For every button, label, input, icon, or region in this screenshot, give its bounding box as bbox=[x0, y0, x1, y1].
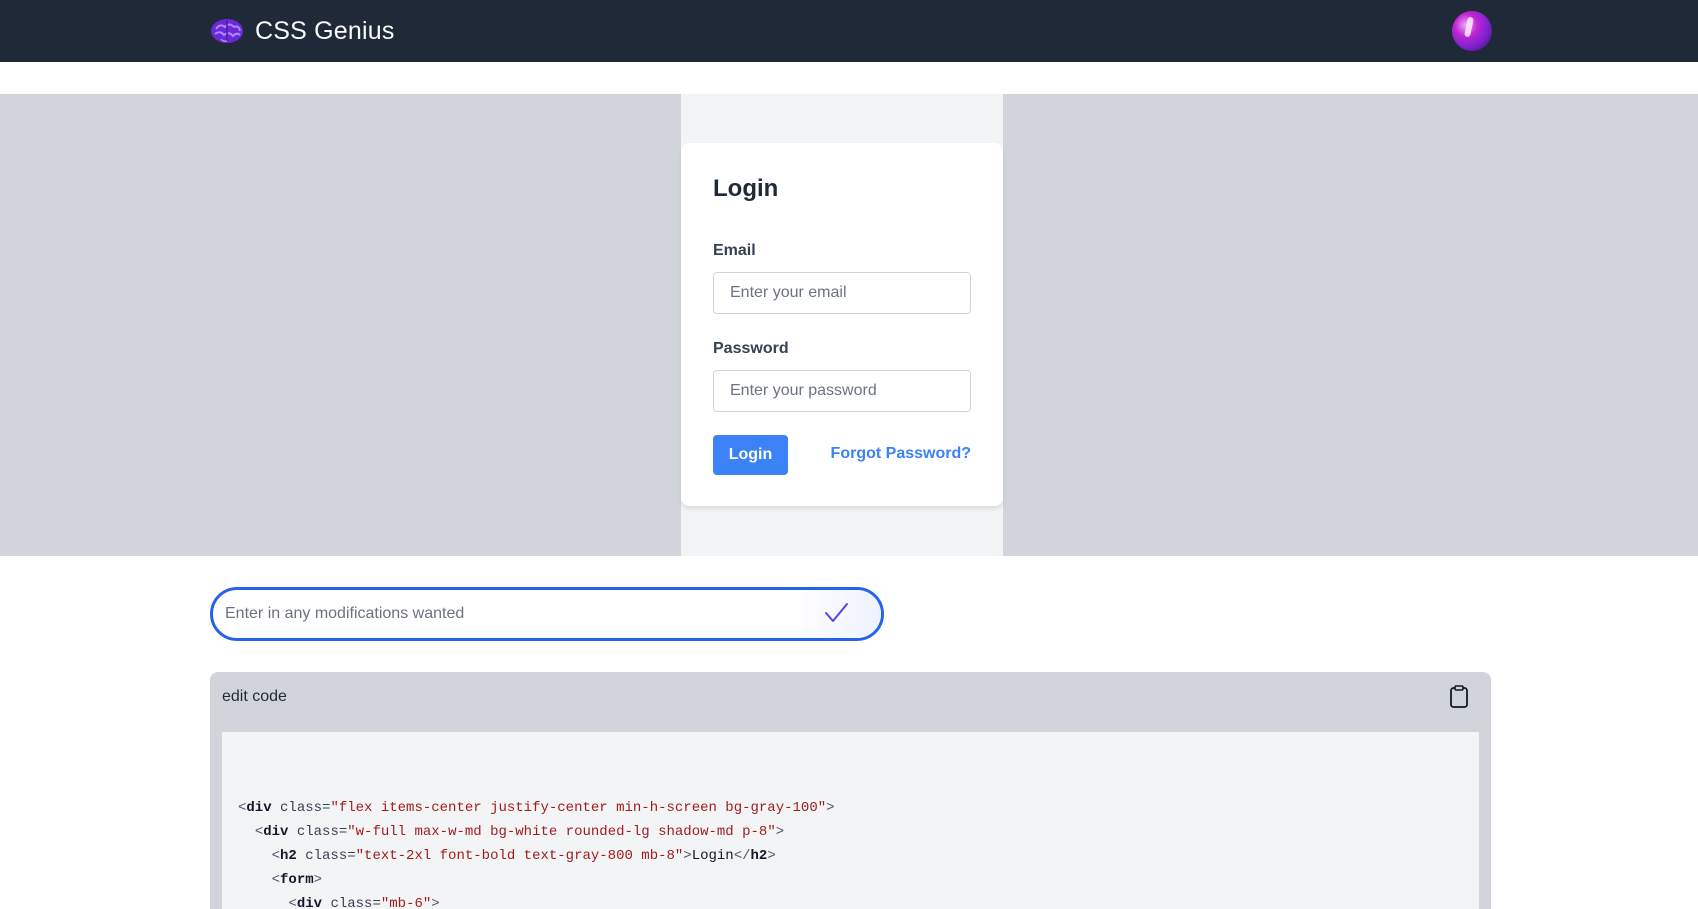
code-token-close: > bbox=[826, 800, 835, 816]
user-avatar[interactable] bbox=[1452, 11, 1492, 51]
code-token-open: < bbox=[271, 848, 281, 864]
code-token-indent bbox=[238, 848, 272, 864]
code-token-end-open: </ bbox=[733, 848, 751, 864]
code-token-attr: class= bbox=[271, 800, 331, 816]
code-lines: <div class="flex items-center justify-ce… bbox=[238, 796, 835, 909]
checkmark-icon bbox=[823, 600, 849, 629]
forgot-password-link[interactable]: Forgot Password? bbox=[831, 445, 971, 463]
code-token-attr: class= bbox=[288, 824, 348, 840]
code-line: <div class="flex items-center justify-ce… bbox=[238, 796, 835, 820]
brand-name: CSS Genius bbox=[255, 16, 395, 45]
code-line: <h2 class="text-2xl font-bold text-gray-… bbox=[238, 844, 835, 868]
clipboard-icon bbox=[1447, 685, 1471, 713]
code-line: <form> bbox=[238, 868, 835, 892]
login-card: Login Email Password Login Forgot Passwo… bbox=[681, 143, 1003, 506]
brand[interactable]: CSS Genius bbox=[210, 14, 395, 48]
code-token-value: "w-full max-w-md bg-white rounded-lg sha… bbox=[347, 824, 776, 840]
code-token-indent bbox=[238, 896, 288, 909]
code-panel-title: edit code bbox=[222, 688, 287, 705]
password-input[interactable] bbox=[713, 370, 971, 412]
code-token-close: > bbox=[313, 872, 323, 888]
email-label: Email bbox=[713, 242, 756, 259]
code-token-tag: div bbox=[296, 896, 323, 909]
code-token-value: "flex items-center justify-center min-h-… bbox=[330, 800, 827, 816]
preview-canvas: Login Email Password Login Forgot Passwo… bbox=[681, 94, 1003, 556]
code-token-end-close: > bbox=[767, 848, 776, 864]
code-token-close: > bbox=[683, 848, 692, 864]
top-nav: CSS Genius bbox=[0, 0, 1698, 62]
card-title: Login bbox=[713, 175, 779, 202]
code-token-text: Login bbox=[691, 848, 734, 864]
code-token-tag: form bbox=[280, 872, 314, 888]
code-token-open: < bbox=[288, 896, 297, 909]
code-token-tag: div bbox=[263, 824, 289, 840]
code-token-indent bbox=[238, 824, 255, 840]
code-editor[interactable]: <div class="flex items-center justify-ce… bbox=[222, 732, 1479, 909]
code-line: <div class="w-full max-w-md bg-white rou… bbox=[238, 820, 835, 844]
modification-box bbox=[210, 587, 884, 641]
preview-area: Login Email Password Login Forgot Passwo… bbox=[0, 94, 1698, 556]
code-panel: edit code <div class="flex items-center … bbox=[210, 672, 1491, 909]
code-token-open: < bbox=[271, 872, 281, 888]
code-token-open: < bbox=[254, 824, 264, 840]
modification-input[interactable] bbox=[225, 590, 785, 638]
code-token-indent bbox=[238, 872, 272, 888]
code-token-attr: class= bbox=[322, 896, 381, 909]
code-token-value: "mb-6" bbox=[380, 896, 432, 909]
login-button[interactable]: Login bbox=[713, 435, 788, 475]
code-token-end-tag: h2 bbox=[750, 848, 768, 864]
brain-icon bbox=[210, 17, 244, 45]
password-label: Password bbox=[713, 340, 789, 357]
submit-modification-button[interactable] bbox=[791, 590, 881, 638]
code-token-close: > bbox=[775, 824, 785, 840]
code-line: <div class="mb-6"> bbox=[238, 892, 835, 909]
code-token-attr: class= bbox=[296, 848, 356, 864]
code-token-tag: h2 bbox=[280, 848, 297, 864]
copy-code-button[interactable] bbox=[1446, 684, 1472, 710]
code-token-close: > bbox=[431, 896, 440, 909]
code-token-value: "text-2xl font-bold text-gray-800 mb-8" bbox=[355, 848, 684, 864]
code-token-tag: div bbox=[246, 800, 272, 816]
email-input[interactable] bbox=[713, 272, 971, 314]
